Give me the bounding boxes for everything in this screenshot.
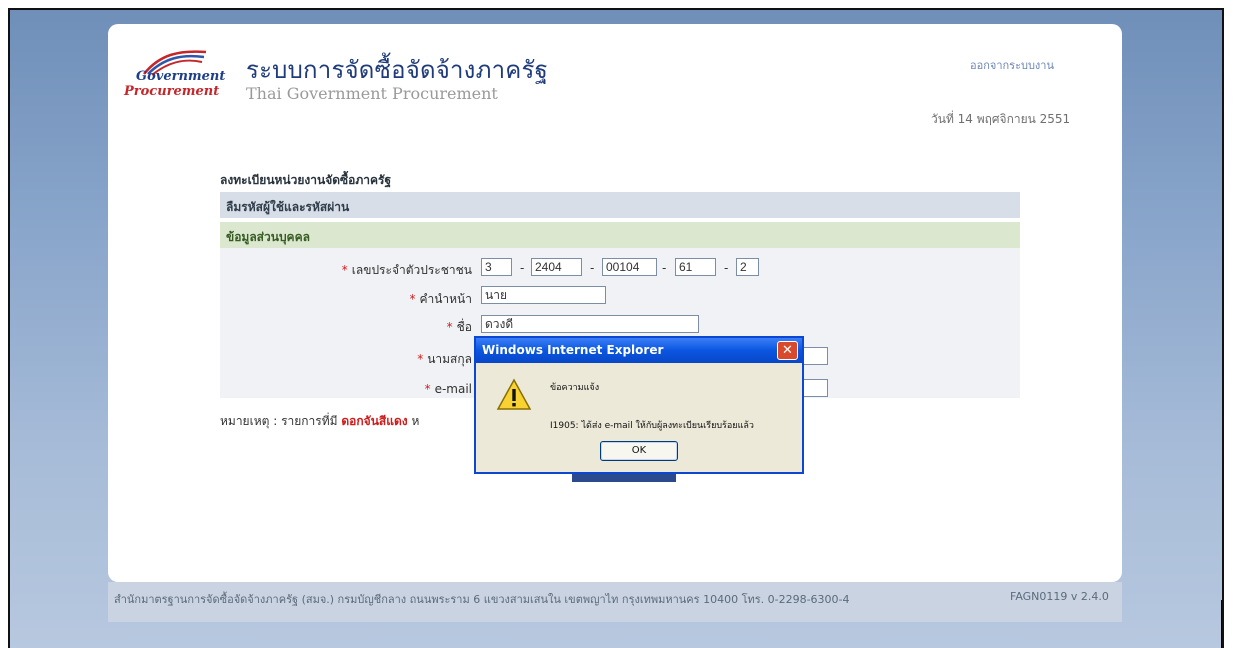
required-mark: * <box>417 352 424 366</box>
email-label-text: e-mail <box>434 382 472 396</box>
dialog-message: I1905: ได้ส่ง e-mail ให้กับผู้ลงทะเบียนเ… <box>550 421 754 431</box>
note-red-text: ดอกจันสีแดง <box>341 414 408 428</box>
logout-link[interactable]: ออกจากระบบงาน <box>970 56 1054 74</box>
page-title-english: Thai Government Procurement <box>246 84 498 103</box>
id-separator: - <box>724 261 729 275</box>
note-suffix: ห <box>411 414 420 428</box>
id-separator: - <box>662 261 667 275</box>
id-separator: - <box>590 261 595 275</box>
logo-text-government: Government <box>136 69 226 84</box>
id-number-label: * เลขประจำตัวประชาชน <box>300 261 472 280</box>
section-title: ลงทะเบียนหน่วยงานจัดซื้อภาครัฐ <box>220 173 392 187</box>
alert-dialog: Windows Internet Explorer ✕ ข้อความแจ้ง … <box>474 336 804 474</box>
surname-label-text: นามสกุล <box>427 352 472 366</box>
id-part-4-input[interactable] <box>675 258 716 276</box>
date-label: วันที่ 14 พฤศจิกายน 2551 <box>931 112 1071 126</box>
gov-procurement-logo: Government Procurement <box>122 42 232 99</box>
required-mark: * <box>446 320 453 334</box>
forgot-credentials-band: ลืมรหัสผู้ใช้และรหัสผ่าน <box>220 192 1020 218</box>
warning-icon <box>496 378 532 410</box>
dialog-title: Windows Internet Explorer <box>482 343 664 357</box>
surname-label: * นามสกุล <box>300 350 472 369</box>
personal-info-title: ข้อมูลส่วนบุคคล <box>226 230 310 244</box>
footer-version: FAGN0119 v 2.4.0 <box>1010 590 1109 603</box>
id-number-label-text: เลขประจำตัวประชาชน <box>351 263 472 277</box>
first-name-label-text: ชื่อ <box>456 320 472 334</box>
email-label: * e-mail <box>300 382 472 396</box>
required-mark: * <box>409 292 416 306</box>
id-part-3-input[interactable] <box>602 258 657 276</box>
required-note: หมายเหตุ : รายการที่มี ดอกจันสีแดง ห <box>220 412 419 431</box>
required-mark: * <box>341 263 348 277</box>
logo-text-procurement: Procurement <box>124 84 220 99</box>
id-part-1-input[interactable] <box>481 258 512 276</box>
dialog-heading: ข้อความแจ้ง <box>550 383 600 393</box>
prefix-label-text: คำนำหน้า <box>419 292 472 306</box>
forgot-credentials-title: ลืมรหัสผู้ใช้และรหัสผ่าน <box>226 200 350 214</box>
id-part-2-input[interactable] <box>531 258 582 276</box>
dialog-titlebar[interactable]: Windows Internet Explorer ✕ <box>476 338 802 363</box>
ok-button[interactable]: OK <box>600 441 678 461</box>
required-mark: * <box>424 382 431 396</box>
personal-info-band: ข้อมูลส่วนบุคคล <box>220 222 1020 248</box>
id-part-5-input[interactable] <box>736 258 759 276</box>
first-name-label: * ชื่อ <box>340 318 472 337</box>
prefix-input[interactable] <box>481 286 606 304</box>
first-name-input[interactable] <box>481 315 699 333</box>
note-prefix: หมายเหตุ : รายการที่มี <box>220 414 338 428</box>
id-separator: - <box>520 261 525 275</box>
footer-address: สำนักมาตรฐานการจัดซื้อจัดจ้างภาครัฐ (สมจ… <box>114 593 850 606</box>
close-icon[interactable]: ✕ <box>777 341 798 360</box>
prefix-label: * คำนำหน้า <box>320 290 472 309</box>
